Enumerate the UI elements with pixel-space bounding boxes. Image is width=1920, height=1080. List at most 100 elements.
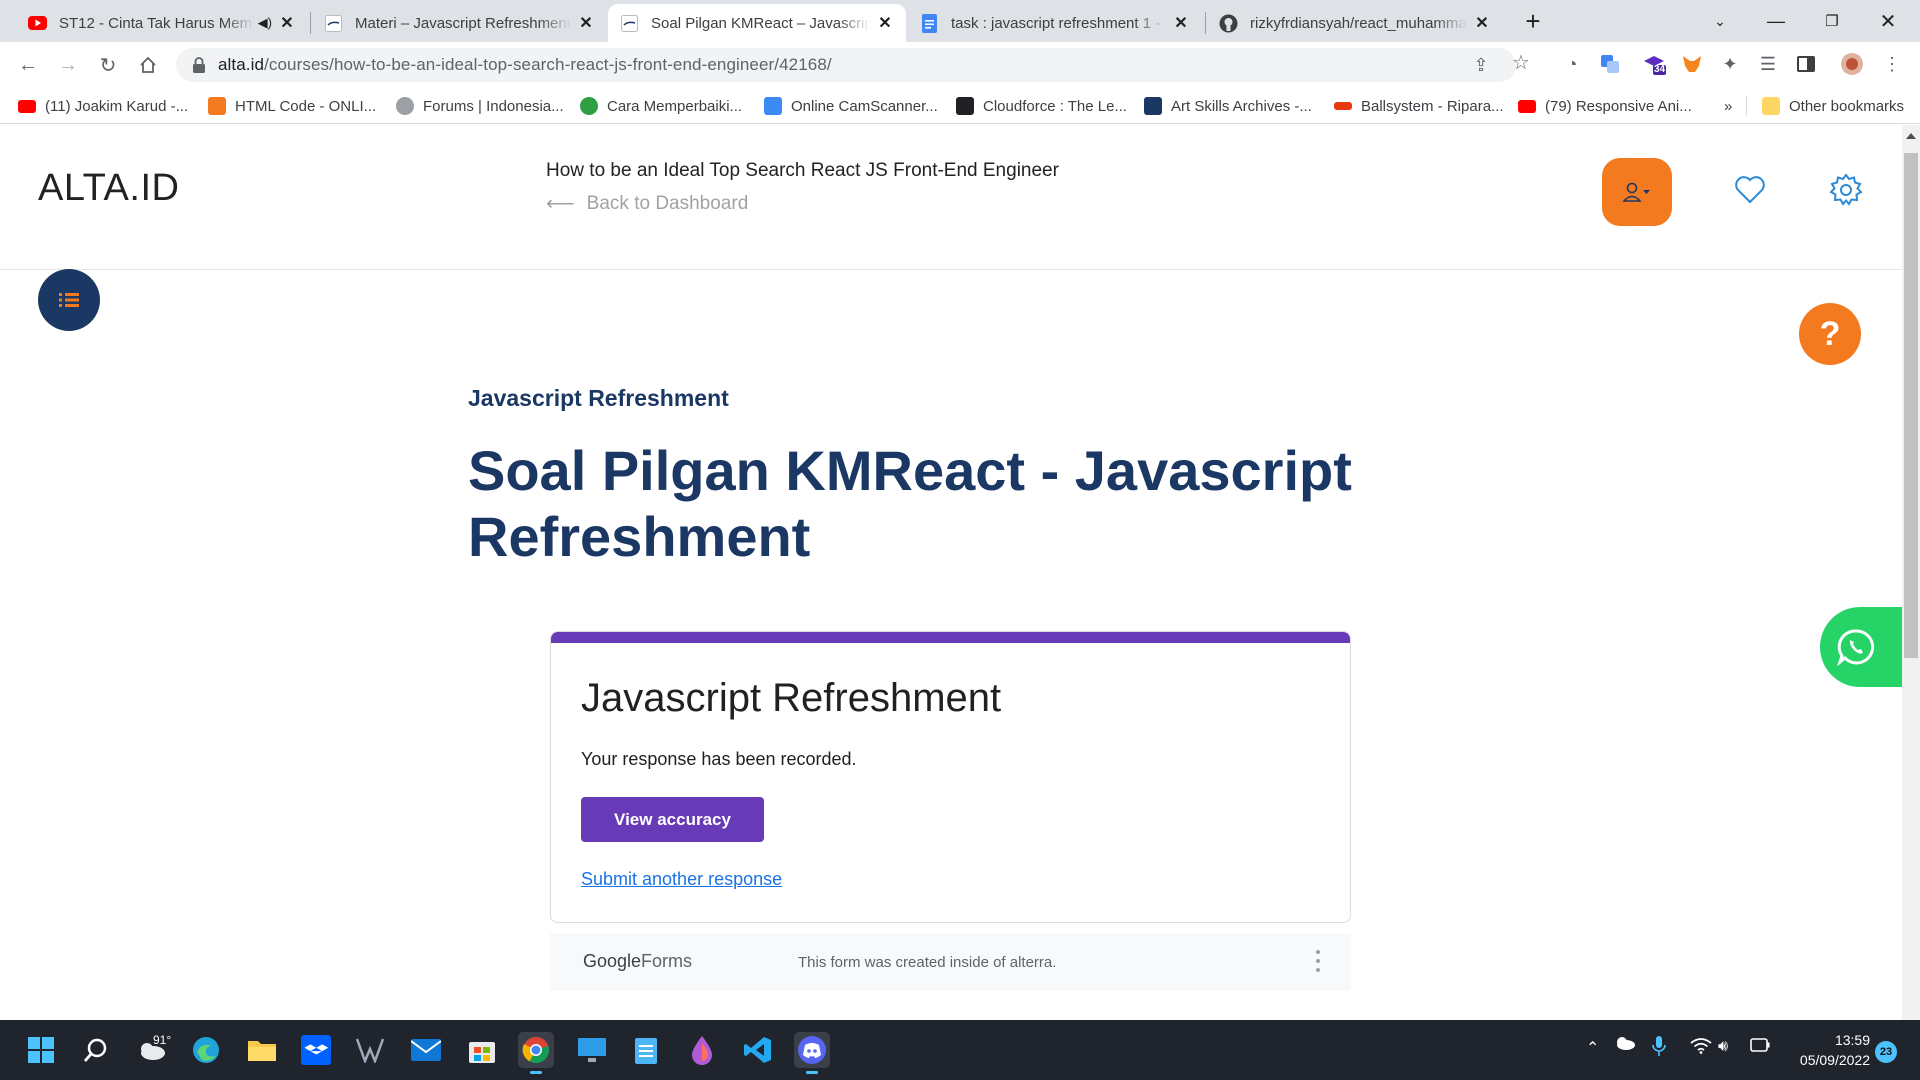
translate-extension-icon[interactable] bbox=[1598, 52, 1622, 76]
windows-taskbar: 91° ⌃ 🔊︎ 13:59 05/09/2022 23 bbox=[0, 1020, 1920, 1080]
close-tab-icon[interactable]: ✕ bbox=[876, 14, 894, 32]
microphone-icon[interactable] bbox=[1652, 1035, 1666, 1062]
microsoft-store-icon[interactable] bbox=[464, 1032, 500, 1068]
bookmark-item[interactable]: HTML Code - ONLI... bbox=[208, 95, 376, 117]
discord-icon[interactable] bbox=[794, 1032, 830, 1074]
bookmark-item[interactable]: (79) Responsive Ani... bbox=[1518, 95, 1692, 117]
chrome-menu-icon[interactable]: ⋮ bbox=[1880, 52, 1904, 76]
form-footer: GoogleForms This form was created inside… bbox=[550, 933, 1351, 991]
bookmark-star-icon[interactable]: ☆ bbox=[1512, 53, 1530, 73]
other-bookmarks-label: Other bookmarks bbox=[1789, 97, 1905, 115]
more-options-icon[interactable] bbox=[1315, 950, 1321, 972]
bookmark-item[interactable]: Cara Memperbaiki... bbox=[580, 95, 742, 117]
bookmark-item[interactable]: Cloudforce : The Le... bbox=[956, 95, 1127, 117]
google-form-card: Javascript Refreshment Your response has… bbox=[550, 631, 1351, 923]
page-icon bbox=[620, 14, 639, 33]
home-button[interactable] bbox=[134, 51, 162, 79]
restore-button[interactable]: ❐ bbox=[1804, 0, 1860, 42]
google-forms-logo[interactable]: GoogleForms bbox=[583, 951, 692, 972]
reading-list-icon[interactable]: ☰ bbox=[1756, 52, 1780, 76]
bookmarks-overflow-button[interactable]: » bbox=[1724, 95, 1732, 117]
youtube-icon bbox=[28, 14, 47, 33]
close-tab-icon[interactable]: ✕ bbox=[1473, 14, 1491, 32]
lesson-list-button[interactable] bbox=[38, 269, 100, 331]
tab-title: ST12 - Cinta Tak Harus Memiliki bbox=[59, 14, 254, 32]
page-content: ALTA.ID How to be an Ideal Top Search Re… bbox=[0, 125, 1902, 1020]
windows-start-icon[interactable] bbox=[23, 1032, 59, 1068]
settings-gear-icon[interactable] bbox=[1829, 173, 1863, 207]
other-bookmarks[interactable]: Other bookmarks bbox=[1762, 95, 1904, 117]
chrome-icon[interactable] bbox=[518, 1032, 554, 1074]
bookmark-label: Ballsystem - Ripara... bbox=[1361, 97, 1504, 115]
favorite-heart-icon[interactable] bbox=[1734, 175, 1766, 207]
system-clock[interactable]: 13:59 05/09/2022 bbox=[1770, 1030, 1870, 1070]
address-bar[interactable]: alta.id/courses/how-to-be-an-ideal-top-s… bbox=[176, 48, 1516, 82]
predator-sense-icon[interactable] bbox=[352, 1032, 388, 1068]
bookmark-item[interactable]: Ballsystem - Ripara... bbox=[1334, 95, 1504, 117]
new-tab-button[interactable]: + bbox=[1519, 8, 1547, 36]
side-panel-icon[interactable] bbox=[1794, 52, 1818, 76]
metamask-icon[interactable] bbox=[1680, 52, 1704, 76]
scrollbar-thumb[interactable] bbox=[1904, 153, 1918, 658]
bookmark-item[interactable]: Online CamScanner... bbox=[764, 95, 938, 117]
notepad-icon[interactable] bbox=[628, 1032, 664, 1068]
bookmarks-bar: (11) Joakim Karud -... HTML Code - ONLI.… bbox=[0, 88, 1920, 124]
academic-extension-icon[interactable]: 34 bbox=[1642, 52, 1666, 76]
speaker-icon[interactable]: ◀) bbox=[258, 15, 272, 31]
site-logo[interactable]: ALTA.ID bbox=[38, 167, 179, 210]
onedrive-cloud-icon[interactable] bbox=[1614, 1036, 1636, 1055]
lock-icon[interactable] bbox=[192, 57, 208, 73]
close-tab-icon[interactable]: ✕ bbox=[1172, 14, 1190, 32]
minimize-button[interactable]: — bbox=[1748, 0, 1804, 42]
page-scrollbar[interactable] bbox=[1902, 125, 1920, 1020]
remote-desktop-icon[interactable] bbox=[574, 1032, 610, 1068]
scroll-up-arrow[interactable] bbox=[1906, 133, 1916, 139]
share-icon[interactable]: ⇪ bbox=[1472, 56, 1490, 74]
tab-materi[interactable]: Materi – Javascript Refreshment ✕ bbox=[312, 4, 607, 42]
search-icon[interactable] bbox=[78, 1032, 114, 1068]
profile-avatar[interactable] bbox=[1840, 52, 1864, 76]
bookmark-label: Cloudforce : The Le... bbox=[983, 97, 1127, 115]
paint-drop-icon[interactable] bbox=[684, 1032, 720, 1068]
file-explorer-icon[interactable] bbox=[244, 1032, 280, 1068]
tab-youtube-music[interactable]: ST12 - Cinta Tak Harus Memiliki ◀) ✕ bbox=[16, 4, 308, 42]
user-menu-button[interactable] bbox=[1602, 158, 1672, 226]
arrow-left-icon: ⟵ bbox=[546, 193, 575, 215]
bookmark-item[interactable]: Forums | Indonesia... bbox=[396, 95, 564, 117]
edge-icon[interactable] bbox=[188, 1032, 224, 1068]
page-icon bbox=[324, 14, 343, 33]
chevron-up-icon[interactable]: ⌃ bbox=[1586, 1038, 1599, 1058]
performance-extension-icon[interactable]: ◔ bbox=[1560, 52, 1584, 76]
extensions-puzzle-icon[interactable]: ✦ bbox=[1718, 52, 1742, 76]
bookmark-item[interactable]: Art Skills Archives -... bbox=[1144, 95, 1312, 117]
forward-button[interactable]: → bbox=[54, 51, 82, 79]
view-accuracy-button[interactable]: View accuracy bbox=[581, 797, 764, 842]
tab-search-icon[interactable]: ⌄ bbox=[1692, 0, 1748, 42]
overflow-label: » bbox=[1724, 97, 1733, 115]
bookmark-label: HTML Code - ONLI... bbox=[235, 97, 377, 115]
dropbox-icon[interactable] bbox=[298, 1032, 334, 1068]
bookmark-item[interactable]: (11) Joakim Karud -... bbox=[18, 95, 188, 117]
battery-icon[interactable] bbox=[1750, 1038, 1770, 1057]
tab-github[interactable]: rizkyfrdiansyah/react_muhammad ✕ bbox=[1207, 4, 1503, 42]
tab-google-docs[interactable]: task : javascript refreshment 1 - Google… bbox=[908, 4, 1202, 42]
back-to-dashboard-link[interactable]: ⟵ Back to Dashboard bbox=[546, 191, 748, 216]
submit-another-response-link[interactable]: Submit another response bbox=[581, 869, 782, 890]
extension-badge: 34 bbox=[1654, 64, 1666, 75]
reload-button[interactable]: ↻ bbox=[94, 51, 122, 79]
back-button[interactable]: ← bbox=[14, 51, 42, 79]
wifi-icon[interactable] bbox=[1690, 1038, 1712, 1059]
mail-icon[interactable] bbox=[408, 1032, 444, 1068]
vscode-icon[interactable] bbox=[740, 1032, 776, 1068]
tab-soal-pilgan[interactable]: Soal Pilgan KMReact – Javascript Refresh… bbox=[608, 4, 906, 42]
close-tab-icon[interactable]: ✕ bbox=[278, 14, 296, 32]
tab-title: task : javascript refreshment 1 - Google… bbox=[951, 14, 1166, 32]
list-icon bbox=[59, 293, 79, 307]
lesson-title: Soal Pilgan KMReact - Javascript Refresh… bbox=[468, 439, 1352, 568]
help-button[interactable]: ? bbox=[1799, 303, 1861, 365]
close-tab-icon[interactable]: ✕ bbox=[577, 14, 595, 32]
notification-badge[interactable]: 23 bbox=[1875, 1041, 1897, 1063]
close-window-button[interactable]: ✕ bbox=[1860, 0, 1916, 42]
whatsapp-button[interactable] bbox=[1820, 607, 1902, 687]
volume-icon[interactable]: 🔊︎ bbox=[1718, 1038, 1728, 1056]
